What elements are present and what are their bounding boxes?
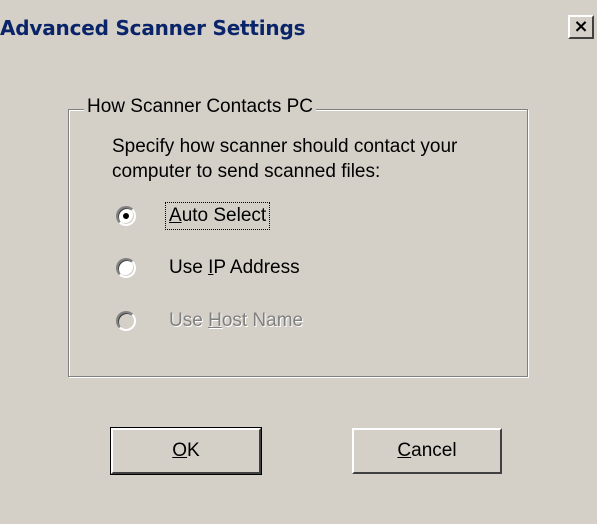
radio-button-use-ip-address[interactable]	[116, 258, 136, 278]
radio-auto-select[interactable]: Auto Select	[116, 202, 271, 230]
close-button[interactable]: ×	[568, 15, 594, 39]
dialog-title: Advanced Scanner Settings	[0, 16, 306, 40]
ok-button-label: OK	[172, 440, 200, 461]
close-icon: ×	[573, 16, 589, 37]
cancel-button-label: Cancel	[397, 440, 457, 461]
radio-use-host-name: Use Host Name	[116, 307, 306, 335]
radio-button-auto-select[interactable]	[116, 206, 136, 226]
advanced-scanner-settings-dialog: Advanced Scanner Settings × How Scanner …	[0, 0, 597, 524]
ok-button[interactable]: OK	[110, 427, 262, 475]
group-description: Specify how scanner should contact your …	[112, 136, 458, 182]
cancel-button[interactable]: Cancel	[352, 428, 502, 474]
radio-use-ip-address[interactable]: Use IP Address	[116, 254, 303, 282]
radio-label-use-ip-address[interactable]: Use IP Address	[166, 255, 303, 281]
accelerator-key: A	[169, 205, 182, 226]
radio-button-use-host-name	[116, 311, 136, 331]
title-bar: Advanced Scanner Settings ×	[0, 0, 597, 50]
radio-label-auto-select[interactable]: Auto Select	[164, 202, 271, 230]
radio-label-use-host-name: Use Host Name	[169, 310, 304, 331]
groupbox-legend: How Scanner Contacts PC	[84, 96, 316, 118]
accelerator-key: H	[208, 310, 222, 331]
